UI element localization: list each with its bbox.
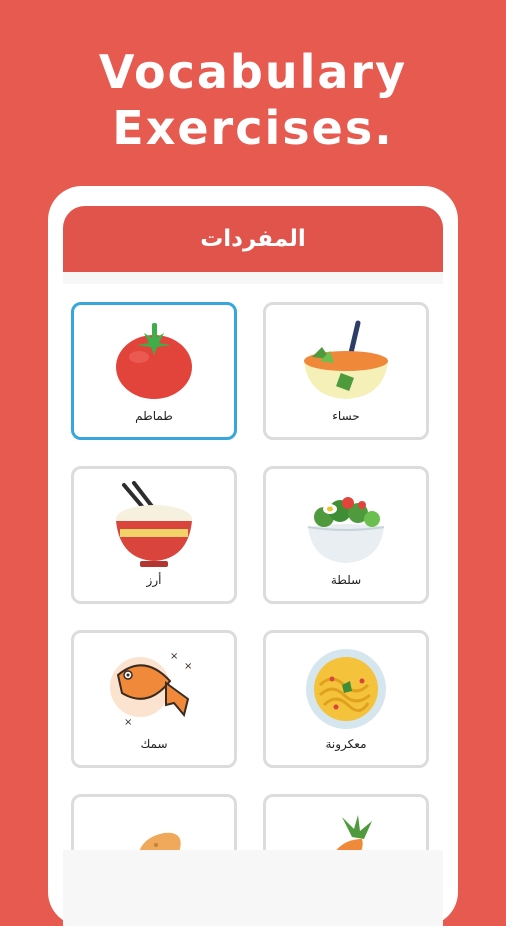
pasta-icon xyxy=(306,649,386,729)
vocab-card-label: سلطة xyxy=(330,573,362,587)
rice-bowl-icon xyxy=(116,481,192,567)
salad-icon xyxy=(307,497,385,563)
phone-frame: المفردات طماطم حساء أرز سلطة × × × سمك م… xyxy=(48,186,458,926)
svg-text:×: × xyxy=(170,651,178,662)
vocab-card-label: حساء xyxy=(332,409,360,423)
vocabulary-grid: طماطم حساء أرز سلطة × × × سمك معكرونة xyxy=(63,284,443,850)
vocab-card-fish[interactable]: × × × سمك xyxy=(71,630,237,768)
vocab-card-label: أرز xyxy=(146,573,162,587)
soup-icon xyxy=(304,320,388,399)
vocab-card-rice[interactable]: أرز xyxy=(71,466,237,604)
svg-text:×: × xyxy=(184,661,192,672)
carrot-icon xyxy=(336,815,372,850)
vocab-card-carrot[interactable] xyxy=(263,794,429,850)
fish-icon: × × × xyxy=(110,651,192,728)
app-bar-title: المفردات xyxy=(200,226,306,252)
vocab-card-salad[interactable]: سلطة xyxy=(263,466,429,604)
tomato-icon xyxy=(116,323,192,399)
app-bar: المفردات xyxy=(63,206,443,272)
vocab-card-soup[interactable]: حساء xyxy=(263,302,429,440)
vocab-card-pasta[interactable]: معكرونة xyxy=(263,630,429,768)
headline-line-1: Vocabulary xyxy=(98,45,408,99)
svg-text:×: × xyxy=(124,717,132,728)
vocab-card-label: طماطم xyxy=(135,409,173,423)
headline-line-2: Exercises. xyxy=(112,101,394,155)
vocab-card-tomato[interactable]: طماطم xyxy=(71,302,237,440)
phone-screen: المفردات طماطم حساء أرز سلطة × × × سمك م… xyxy=(63,206,443,926)
potato-icon xyxy=(139,832,181,850)
vocab-card-label: سمك xyxy=(140,737,168,751)
vocab-card-label: معكرونة xyxy=(325,737,367,751)
headline: Vocabulary Exercises. xyxy=(0,44,506,156)
vocab-card-potato[interactable] xyxy=(71,794,237,850)
